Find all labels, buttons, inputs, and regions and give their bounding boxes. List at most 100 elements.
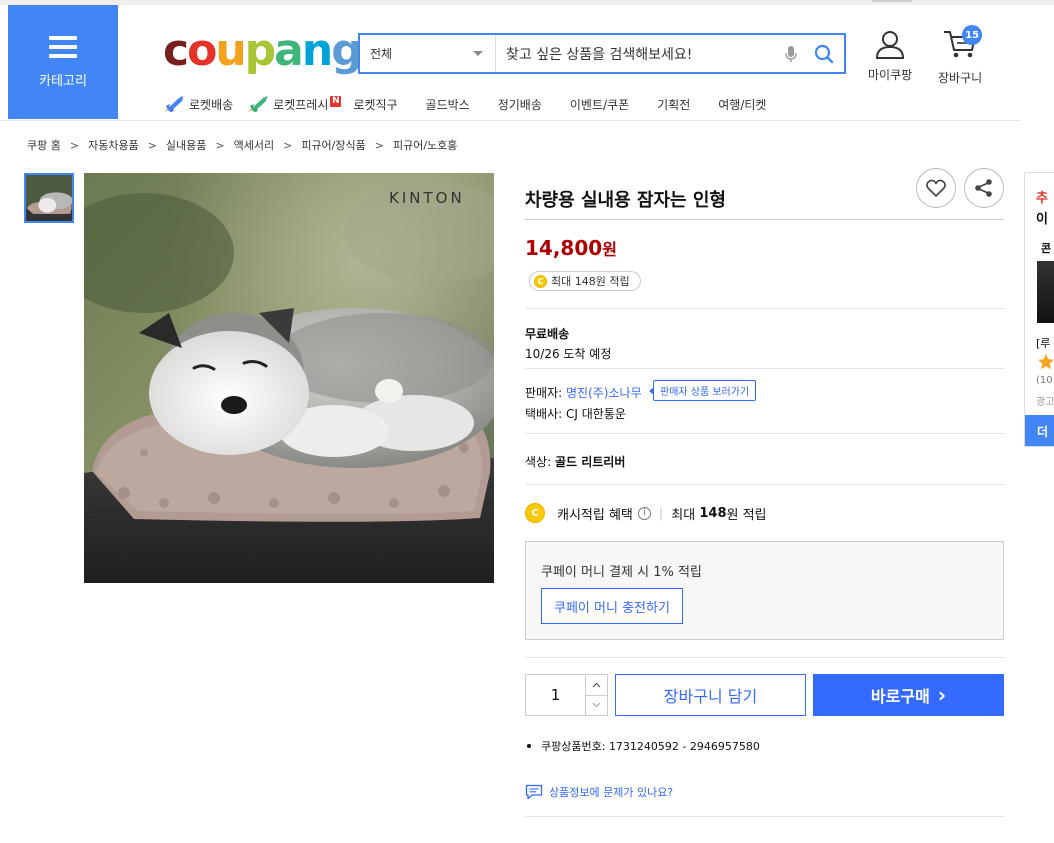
breadcrumb-item[interactable]: 피규어/노호홍 — [393, 137, 457, 153]
caret-down-icon — [473, 51, 483, 56]
cart-count-badge: 15 — [962, 25, 983, 45]
price-unit: 원 — [602, 240, 617, 259]
nav-goldbox[interactable]: 골드박스 — [426, 96, 470, 113]
breadcrumb-item[interactable]: 쿠팡 홈 — [27, 137, 61, 153]
delivery-eta: 10/26 도착 예정 — [525, 347, 612, 361]
courier-row: 택배사: CJ 대한통운 — [525, 405, 626, 422]
reward-text: 최대 148원 적립 — [551, 275, 630, 288]
share-icon — [975, 179, 992, 197]
header-divider — [0, 120, 1020, 121]
seller-label: 판매자: — [525, 386, 563, 400]
product-main-image[interactable]: KINTON — [84, 173, 494, 583]
nav-subscription[interactable]: 정기배송 — [498, 96, 542, 113]
new-badge: N — [330, 95, 342, 107]
rocket-fresh-icon — [247, 95, 269, 113]
quantity-stepper: 1 — [525, 674, 608, 716]
breadcrumb-separator: > — [215, 138, 225, 152]
bullet — [527, 744, 531, 748]
shipping-title: 무료배송 — [525, 327, 570, 341]
nav-label: 이벤트/쿠폰 — [569, 97, 630, 112]
breadcrumb-item[interactable]: 자동차용품 — [88, 137, 139, 153]
chat-icon — [525, 784, 543, 800]
quantity-input[interactable]: 1 — [526, 675, 585, 715]
coupay-text: 쿠페이 머니 결제 시 1% 적립 — [541, 565, 702, 580]
cash-benefit-row: C 캐시적립 혜택 i | 최대 148 원 적립 — [525, 503, 767, 523]
seller-products-button[interactable]: 판매자 상품 보러가기 — [648, 380, 757, 401]
share-button[interactable] — [964, 168, 1004, 208]
quantity-increase-button[interactable] — [586, 675, 607, 696]
cart-label: 장바구니 — [938, 71, 983, 85]
cash-max-suffix: 원 적립 — [726, 507, 767, 523]
logo-letter: p — [244, 25, 276, 76]
logo-letter: a — [274, 25, 304, 76]
product-thumbnail[interactable] — [24, 173, 74, 223]
logo-letter: u — [215, 25, 246, 76]
nav-label: 여행/티켓 — [718, 97, 767, 112]
courier-name: CJ 대한통운 — [566, 407, 626, 421]
hamburger-icon — [49, 35, 77, 58]
rail-item-title[interactable]: 콘 — [1041, 240, 1051, 256]
buy-now-label: 바로구매 — [870, 687, 930, 706]
search-button[interactable] — [804, 35, 844, 72]
nav-promotions[interactable]: 기획전 — [657, 96, 690, 113]
rail-more-button[interactable]: 더 — [1025, 415, 1054, 446]
breadcrumb-item[interactable]: 피규어/장식품 — [301, 137, 365, 153]
microphone-icon[interactable] — [778, 35, 804, 72]
coupang-logo[interactable]: coupang — [163, 25, 363, 76]
section-divider — [525, 308, 1004, 309]
heart-icon — [926, 179, 946, 197]
quantity-decrease-button[interactable] — [586, 696, 607, 716]
report-issue-text: 상품정보에 문제가 있나요? — [549, 786, 674, 799]
nav-rocket-fresh[interactable]: 로켓프레시 N — [247, 95, 342, 113]
category-menu-button[interactable]: 카테고리 — [8, 5, 118, 119]
top-strip — [0, 0, 1054, 5]
coupang-cash-icon: C — [525, 503, 545, 523]
nav-rocket-direct[interactable]: 로켓직구 — [353, 96, 397, 113]
seller-row: 판매자: 명진(주)소나무 — [525, 384, 642, 401]
product-title: 차량용 실내용 잠자는 인형 — [525, 190, 726, 211]
mycoupang-button[interactable]: 마이쿠팡 — [868, 28, 912, 83]
chevron-right-icon: › — [937, 683, 947, 707]
search-icon — [814, 44, 834, 63]
category-label: 카테고리 — [39, 73, 87, 89]
buy-now-button[interactable]: 바로구매 › — [813, 674, 1004, 716]
logo-letter: o — [187, 25, 217, 76]
section-divider — [525, 484, 1004, 485]
cart-button[interactable]: 15 장바구니 — [938, 25, 983, 86]
section-divider — [525, 657, 1004, 658]
chevron-down-icon — [592, 702, 601, 708]
breadcrumb-separator: > — [374, 138, 384, 152]
chevron-up-icon — [592, 682, 601, 688]
option-row: 색상: 골드 리트리버 — [525, 453, 625, 470]
cash-max-amount: 148 — [699, 505, 727, 521]
breadcrumb: 쿠팡 홈 > 자동차용품 > 실내용품 > 액세서리 > 피규어/장식품 > 피규어/노호… — [27, 137, 457, 153]
seller-name-link[interactable]: 명진(주)소나무 — [566, 386, 642, 400]
rail-item-image[interactable] — [1037, 261, 1054, 323]
search-input[interactable]: 찾고 싶은 상품을 검색해보세요! — [496, 35, 778, 72]
coupang-cash-icon: C — [534, 274, 547, 288]
breadcrumb-item[interactable]: 실내용품 — [166, 137, 206, 153]
price: 14,800원 — [525, 236, 617, 260]
nav-label: 기획전 — [657, 97, 691, 112]
user-icon — [876, 31, 905, 59]
breadcrumb-separator: > — [283, 138, 293, 152]
nav-rocket-delivery[interactable]: 로켓배송 — [163, 95, 233, 113]
nav-travel-tickets[interactable]: 여행/티켓 — [718, 96, 766, 113]
breadcrumb-item[interactable]: 액세서리 — [234, 137, 274, 153]
search-bar: 전체 찾고 싶은 상품을 검색해보세요! — [358, 33, 846, 74]
image-brand-watermark: KINTON — [389, 189, 465, 207]
cash-benefit-label: 캐시적립 혜택 — [557, 507, 633, 523]
info-icon[interactable]: i — [637, 506, 651, 520]
wishlist-button[interactable] — [916, 168, 956, 208]
recommendation-side-rail: 추 이 콘 [루 (10 광고 더 — [1024, 172, 1054, 447]
report-issue-link[interactable]: 상품정보에 문제가 있나요? — [525, 784, 673, 800]
rail-item-name[interactable]: [루 — [1036, 335, 1050, 351]
add-to-cart-button[interactable]: 장바구니 담기 — [615, 674, 806, 716]
search-category-select[interactable]: 전체 — [360, 35, 496, 72]
nav-events-coupons[interactable]: 이벤트/쿠폰 — [570, 96, 629, 113]
main-nav: 로켓배송 로켓프레시 N 로켓직구 골드박스 정기배송 이벤트/쿠폰 기획전 여… — [163, 92, 794, 116]
cash-max-prefix: 최대 — [671, 507, 696, 523]
price-value: 14,800 — [525, 236, 603, 260]
coupay-charge-button[interactable]: 쿠페이 머니 충전하기 — [541, 588, 683, 624]
nav-label: 골드박스 — [425, 97, 470, 112]
